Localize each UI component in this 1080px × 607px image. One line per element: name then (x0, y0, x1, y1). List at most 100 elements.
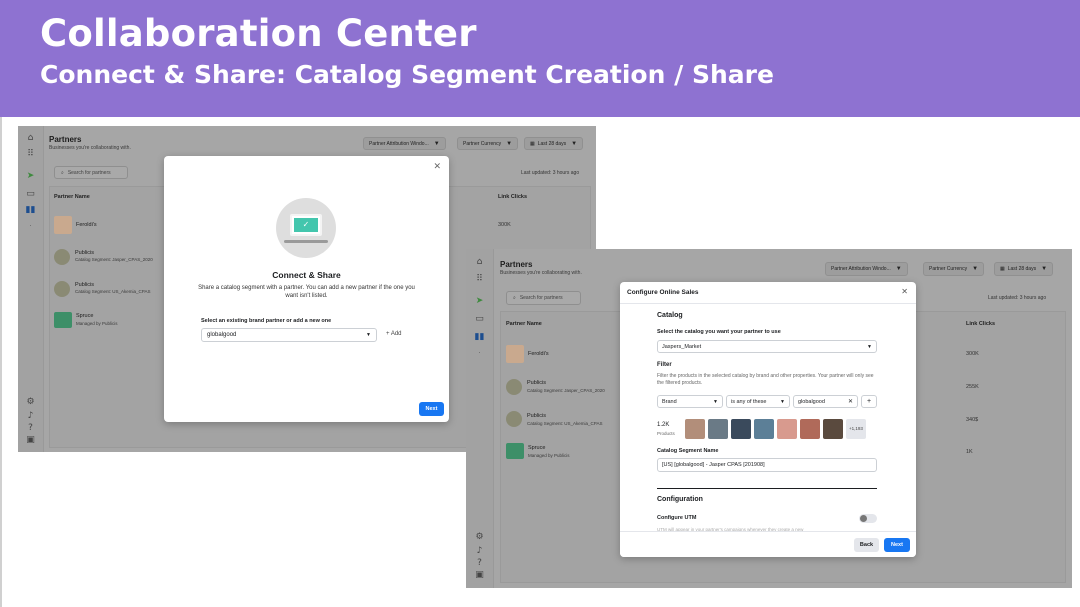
report-icon[interactable]: ▣ (26, 436, 35, 445)
caret-down-icon: ▼ (506, 140, 513, 147)
filter-field-select[interactable]: Brand ▼ (657, 395, 723, 408)
catalog-label: Select the catalog you want your partner… (657, 329, 781, 335)
row-subtext: Catalog Segment: US_Akemia_CPAS (75, 289, 151, 294)
grid-icon[interactable]: ⠿ (27, 150, 34, 159)
attribution-dropdown[interactable]: Partner Attribution Windo... ▼ (363, 137, 446, 150)
feroldis-logo (54, 216, 72, 234)
home-icon[interactable]: ⌂ (477, 258, 483, 267)
segment-name-value: [US] [globalgood] - Jasper CPAS [201908] (662, 462, 765, 468)
section-divider (657, 488, 877, 489)
filter-operator-value: is any of these (731, 398, 767, 405)
help-icon[interactable]: ? (477, 559, 482, 568)
report-icon[interactable]: ▣ (475, 571, 484, 580)
column-header-name: Partner Name (54, 194, 90, 200)
configure-online-sales-modal: Configure Online Sales ✕ Catalog Select … (620, 282, 916, 557)
filter-operator-select[interactable]: is any of these ▼ (726, 395, 790, 408)
filter-value-input[interactable]: globalgood ✕ (793, 395, 858, 408)
nav-rail: ⌂ ⠿ ➤ ▭ ▮▮ · ⚙ ♪ ? ▣ (18, 126, 44, 452)
modal-description: Share a catalog segment with a partner. … (198, 285, 415, 299)
row-name[interactable]: Publicis (527, 413, 546, 419)
segment-name-input[interactable]: [US] [globalgood] - Jasper CPAS [201908] (657, 458, 877, 472)
row-name[interactable]: Feroldi's (528, 351, 549, 357)
currency-dropdown[interactable]: Partner Currency ▼ (923, 262, 985, 276)
row-clicks: 255K (966, 384, 979, 390)
product-thumbnail (685, 419, 705, 439)
close-icon[interactable]: ✕ (433, 162, 441, 172)
partner-select[interactable]: globalgood ▼ (201, 328, 377, 342)
plus-icon: + (866, 398, 872, 405)
inbox-icon[interactable]: ▭ (26, 190, 35, 199)
remove-chip-icon[interactable]: ✕ (848, 398, 853, 405)
row-name[interactable]: Spruce (528, 445, 545, 451)
catalog-select[interactable]: Jaspers_Market ▼ (657, 340, 877, 353)
partners-icon[interactable]: ▮▮ (26, 206, 36, 215)
back-button[interactable]: Back (854, 538, 879, 552)
slide: Collaboration Center Connect & Share: Ca… (0, 0, 1080, 607)
row-name[interactable]: Publicis (75, 282, 94, 288)
products-label: Products (657, 431, 675, 436)
close-icon[interactable]: ✕ (901, 287, 908, 296)
row-name[interactable]: Publicis (527, 380, 546, 386)
product-thumbnail (754, 419, 774, 439)
row-name[interactable]: Spruce (76, 313, 93, 319)
row-name[interactable]: Publicis (75, 250, 94, 256)
modal-footer: Back Next (620, 531, 916, 557)
settings-icon[interactable]: ⚙ (475, 533, 483, 542)
date-range-dropdown[interactable]: ▦ Last 28 days ▼ (524, 137, 584, 150)
utm-toggle[interactable] (859, 514, 877, 523)
settings-icon[interactable]: ⚙ (26, 398, 34, 407)
row-clicks: 340$ (966, 417, 979, 423)
last-updated: Last updated: 3 hours ago (521, 170, 580, 176)
bell-icon[interactable]: ♪ (477, 547, 483, 556)
search-icon: ⌕ (61, 169, 64, 176)
date-range-label: Last 28 days (537, 140, 567, 147)
more-icon[interactable]: · (30, 224, 32, 230)
catalog-heading: Catalog (657, 312, 683, 319)
column-header-clicks: Link Clicks (966, 321, 996, 327)
search-icon: ⌕ (513, 295, 516, 301)
row-clicks: 300K (498, 222, 511, 228)
publicis-logo (506, 411, 522, 427)
currency-dropdown[interactable]: Partner Currency ▼ (457, 137, 519, 150)
next-button[interactable]: Next (884, 538, 910, 552)
attribution-dropdown-label: Partner Attribution Windo... (369, 140, 429, 147)
monitor-illustration-icon: ✓ (276, 198, 336, 258)
partners-icon[interactable]: ▮▮ (475, 333, 485, 342)
publicis-logo (54, 249, 70, 265)
publicis-logo (54, 281, 70, 297)
spruce-logo (54, 312, 72, 328)
slide-header: Collaboration Center Connect & Share: Ca… (0, 0, 1080, 117)
calendar-icon: ▦ (530, 140, 535, 147)
row-subtext: Managed by Publicis (76, 321, 118, 326)
caret-down-icon: ▼ (895, 266, 902, 272)
row-name[interactable]: Feroldi's (76, 222, 97, 228)
feroldis-logo (506, 345, 524, 363)
inbox-icon[interactable]: ▭ (475, 315, 484, 324)
grid-icon[interactable]: ⠿ (476, 275, 483, 284)
home-icon[interactable]: ⌂ (28, 134, 34, 143)
send-icon[interactable]: ➤ (27, 172, 35, 181)
date-range-dropdown[interactable]: ▦ Last 28 days ▼ (994, 262, 1054, 276)
add-filter-button[interactable]: + (861, 395, 877, 408)
product-thumbnail (823, 419, 843, 439)
product-count: 1.2K (657, 422, 670, 428)
partner-search-input[interactable]: ⌕ Search for partners (54, 166, 128, 179)
next-button[interactable]: Next (419, 402, 444, 416)
utm-label: Configure UTM (657, 515, 697, 521)
caret-down-icon: ▼ (1041, 266, 1048, 272)
modal-title: Configure Online Sales (627, 289, 699, 296)
column-header-clicks: Link Clicks (498, 194, 528, 200)
attribution-dropdown[interactable]: Partner Attribution Windo... ▼ (825, 262, 908, 276)
more-icon[interactable]: · (479, 351, 481, 357)
filter-heading: Filter (657, 362, 672, 368)
more-products-badge[interactable]: +1,193 (846, 419, 866, 439)
bell-icon[interactable]: ♪ (28, 412, 34, 421)
row-clicks: 300K (966, 351, 979, 357)
attribution-dropdown-label: Partner Attribution Windo... (831, 266, 891, 272)
add-partner-button[interactable]: + Add (386, 331, 402, 337)
currency-dropdown-label: Partner Currency (463, 140, 502, 147)
help-icon[interactable]: ? (28, 424, 33, 433)
send-icon[interactable]: ➤ (476, 297, 484, 306)
partner-search-input[interactable]: ⌕ Search for partners (506, 291, 581, 305)
search-placeholder: Search for partners (67, 169, 111, 176)
